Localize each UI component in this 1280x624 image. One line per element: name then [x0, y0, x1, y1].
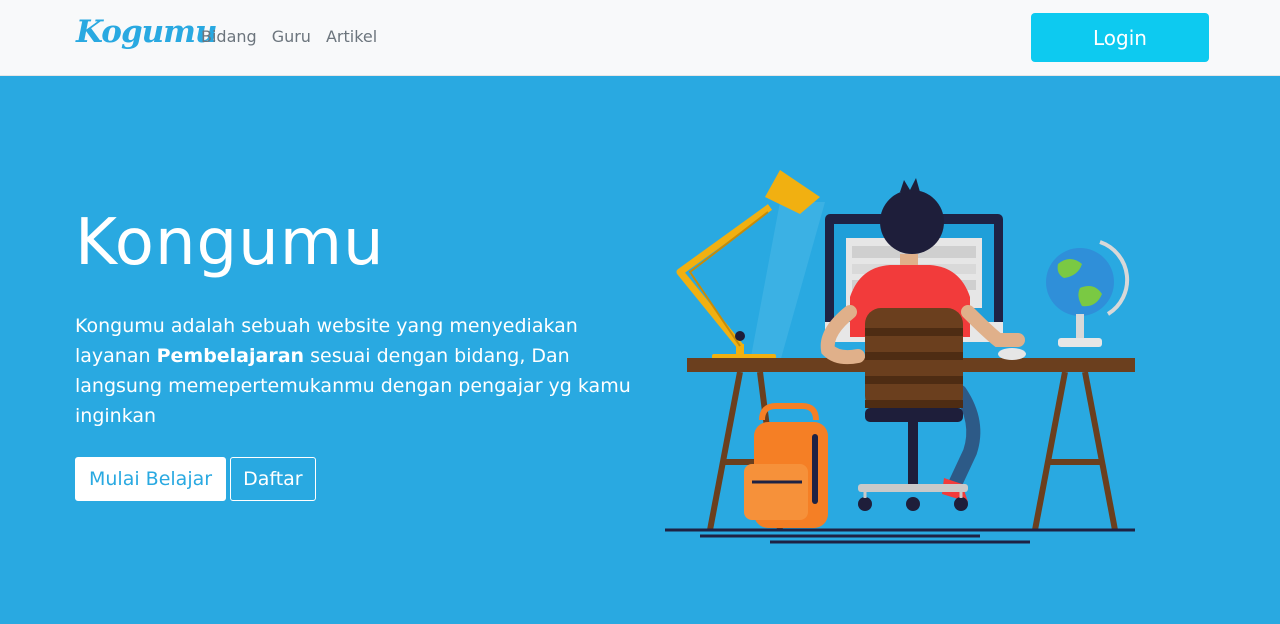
hero-section: Kongumu Kongumu adalah sebuah website ya… — [0, 77, 1280, 624]
hero-title: Kongumu — [75, 206, 385, 280]
mulai-belajar-button[interactable]: Mulai Belajar — [75, 457, 227, 501]
hero-buttons: Mulai Belajar Daftar — [75, 457, 316, 501]
nav-links: Bidang Guru Artikel — [201, 27, 377, 46]
mouse-icon — [998, 348, 1026, 360]
hero-description: Kongumu adalah sebuah website yang menye… — [75, 311, 655, 431]
login-button[interactable]: Login — [1031, 13, 1209, 62]
nav-link-artikel[interactable]: Artikel — [326, 27, 377, 46]
globe-icon — [1046, 240, 1130, 347]
person-head — [880, 190, 944, 254]
floor-lines — [665, 528, 1135, 544]
nav-link-guru[interactable]: Guru — [272, 27, 311, 46]
backpack-icon — [744, 403, 828, 528]
daftar-button[interactable]: Daftar — [230, 457, 316, 501]
brand-logo[interactable]: Kogumu — [76, 14, 217, 50]
person-hair — [900, 178, 920, 192]
lamp-light-beam — [750, 202, 825, 362]
navbar: Kogumu Bidang Guru Artikel Login — [0, 0, 1280, 76]
nav-link-bidang[interactable]: Bidang — [201, 27, 257, 46]
person-at-desk-illustration — [665, 170, 1135, 544]
hero-description-highlight: Pembelajaran — [156, 345, 305, 367]
